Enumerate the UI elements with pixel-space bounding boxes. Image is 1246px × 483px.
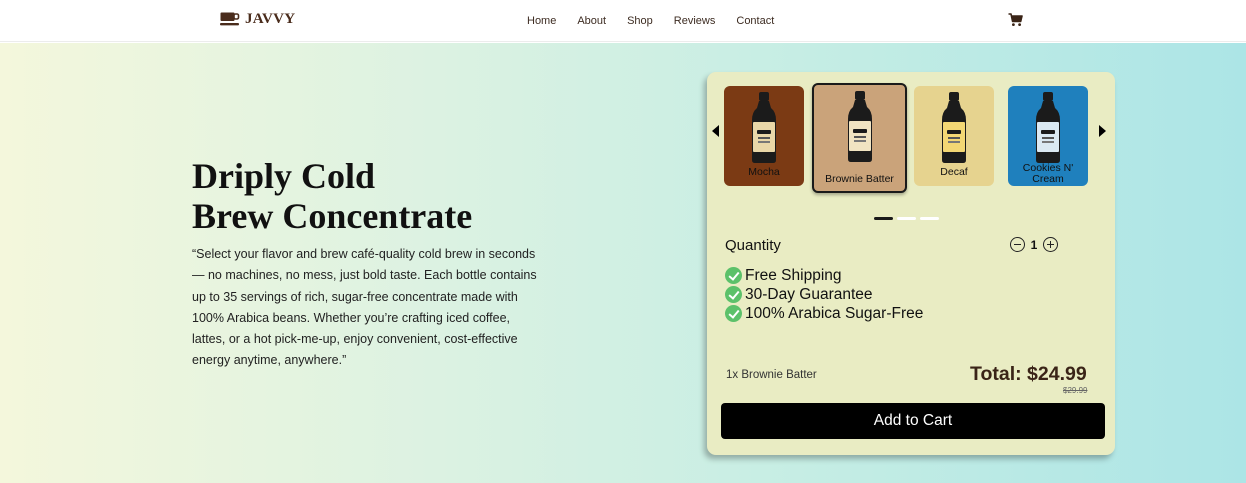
bottle-image bbox=[750, 92, 778, 169]
feature-text: 100% Arabica Sugar-Free bbox=[745, 304, 924, 322]
flavor-label: Cookies N' Cream bbox=[1022, 162, 1074, 185]
nav-links: Home About Shop Reviews Contact bbox=[527, 15, 795, 27]
total-price: Total: $24.99 bbox=[970, 363, 1087, 385]
feature-item: Free Shipping bbox=[725, 266, 923, 285]
order-summary: 1x Brownie Batter bbox=[726, 369, 817, 381]
add-to-cart-button[interactable]: Add to Cart bbox=[721, 403, 1105, 439]
nav-link-shop[interactable]: Shop bbox=[627, 15, 653, 27]
nav-link-contact[interactable]: Contact bbox=[736, 15, 774, 27]
original-price: $29.99 bbox=[1063, 386, 1088, 395]
nav-link-reviews[interactable]: Reviews bbox=[674, 15, 716, 27]
flavor-label: Mocha bbox=[748, 166, 780, 178]
hero-description: “Select your flavor and brew café-qualit… bbox=[192, 247, 537, 368]
check-circle-icon bbox=[725, 267, 742, 284]
nav-link-home[interactable]: Home bbox=[527, 15, 556, 27]
carousel-indicators bbox=[874, 217, 939, 220]
coffee-cup-icon bbox=[220, 12, 240, 27]
nav-link-about[interactable]: About bbox=[577, 15, 606, 27]
feature-item: 30-Day Guarantee bbox=[725, 285, 923, 304]
flavor-cookies-n-cream[interactable]: Cookies N' Cream bbox=[1008, 86, 1088, 186]
feature-item: 100% Arabica Sugar-Free bbox=[725, 304, 923, 323]
feature-text: 30-Day Guarantee bbox=[745, 285, 873, 303]
flavor-brownie-batter[interactable]: Brownie Batter bbox=[812, 83, 907, 193]
flavor-label: Brownie Batter bbox=[825, 173, 894, 185]
quantity-label: Quantity bbox=[725, 237, 781, 254]
bottle-image bbox=[940, 92, 968, 169]
flavor-label: Decaf bbox=[940, 166, 968, 178]
bottle-image bbox=[846, 91, 874, 168]
carousel-dot[interactable] bbox=[920, 217, 939, 220]
quantity-stepper: 1 bbox=[1010, 237, 1058, 252]
top-navbar: JAVVY Home About Shop Reviews Contact bbox=[0, 0, 1246, 42]
logo[interactable]: JAVVY bbox=[220, 11, 295, 28]
carousel-prev-icon[interactable] bbox=[712, 125, 719, 137]
feature-text: Free Shipping bbox=[745, 266, 842, 284]
flavor-decaf[interactable]: Decaf bbox=[914, 86, 994, 186]
check-circle-icon bbox=[725, 286, 742, 303]
shopping-cart-icon[interactable] bbox=[1008, 13, 1023, 27]
bottle-image bbox=[1034, 92, 1062, 169]
hero-title-line-1: Driply Cold bbox=[192, 156, 376, 196]
flavor-mocha[interactable]: Mocha bbox=[724, 86, 804, 186]
logo-text: JAVVY bbox=[245, 11, 296, 27]
check-circle-icon bbox=[725, 305, 742, 322]
minus-circle-icon[interactable] bbox=[1010, 237, 1025, 252]
quantity-value: 1 bbox=[1030, 237, 1038, 252]
carousel-dot[interactable] bbox=[897, 217, 916, 220]
plus-circle-icon[interactable] bbox=[1043, 237, 1058, 252]
product-card: Mocha Brownie Batter Decaf Cookies N' Cr… bbox=[707, 72, 1115, 455]
hero-title-line-2: Brew Concentrate bbox=[192, 196, 473, 236]
carousel-dot[interactable] bbox=[874, 217, 893, 220]
carousel-next-icon[interactable] bbox=[1099, 125, 1106, 137]
hero-section: Driply Cold Brew Concentrate “Select you… bbox=[0, 43, 1246, 483]
feature-list: Free Shipping 30-Day Guarantee 100% Arab… bbox=[725, 266, 923, 323]
hero-title: Driply Cold Brew Concentrate bbox=[192, 156, 572, 236]
